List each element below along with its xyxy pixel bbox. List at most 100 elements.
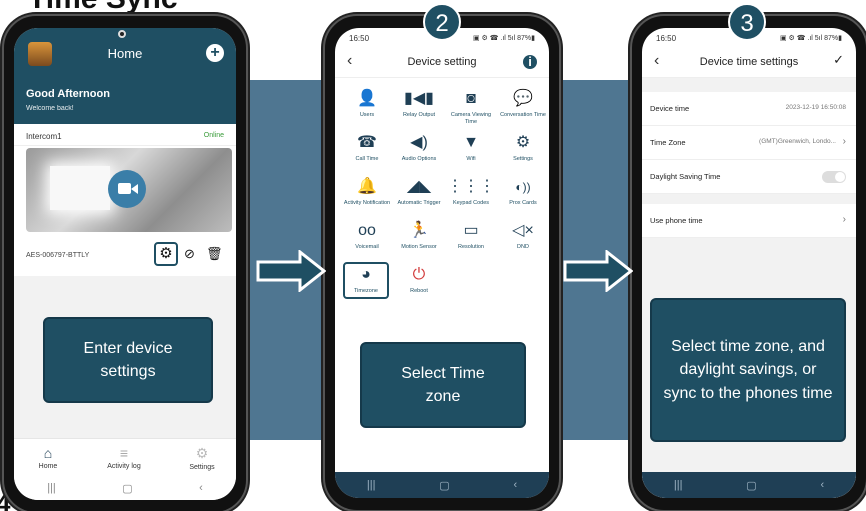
setting-voicemail[interactable]: oo Voicemail [341,220,393,251]
back-system-icon[interactable]: ‹ [513,479,517,491]
setting-label: Automatic Trigger [397,200,441,206]
step-badge-2: 2 [423,3,461,41]
phone-home-screen: Home + Good Afternoon Welcome back! Inte… [2,14,248,511]
screen-title: Device setting [407,56,477,68]
callout-select-timezone: Select Time zone [360,342,526,428]
nav-home[interactable]: ⌂ Home [18,445,78,470]
greeting-text: Good Afternoon [26,88,110,100]
dst-label: Daylight Saving Time [650,172,721,181]
setting-label: Timezone [354,288,378,294]
recent-apps-icon[interactable]: ||| [674,479,683,491]
screen-title: Device time settings [699,56,799,68]
nav-activity-log[interactable]: ≡ Activity log [94,445,154,470]
gear-icon: ⚙ [195,445,209,461]
back-system-icon[interactable]: ‹ [820,479,824,491]
video-camera-icon[interactable] [108,170,146,208]
setting-reboot[interactable]: ⏻ Reboot [393,264,445,295]
dst-toggle[interactable] [822,171,846,183]
arrow-right-icon [256,250,326,292]
add-device-button[interactable]: + [206,44,224,62]
device-name: Intercom1 [26,132,62,141]
setting-settings[interactable]: ⚙ Settings [497,132,549,163]
camera-icon: ◙ [466,90,476,107]
phone-time-icon: ☎ [357,134,377,151]
mute-icon: ◁× [512,222,534,239]
setting-label: Keypad Codes [452,200,490,206]
setting-label: Users [359,112,375,118]
setting-activity-notification[interactable]: 🔔 Activity Notification [341,176,393,207]
timezone-row[interactable]: Time Zone (GMT)Greenwich, Londo... › [642,126,856,160]
device-time-label: Device time [650,104,690,113]
device-status-badge: Online [203,132,224,139]
setting-label: Camera Viewing Time [450,112,492,125]
setting-label: Prox Cards [509,200,537,206]
home-system-icon[interactable]: ▢ [439,479,449,492]
setting-label: Reboot [410,288,428,294]
prox-card-icon: ◐)) [515,180,531,194]
callout-text: Select Time zone [401,364,485,405]
status-icons: ▣ ⚙ ☎ .ıl 5ıl 87%▮ [779,35,842,42]
setting-label: Activity Notification [343,200,391,206]
disable-icon[interactable]: ⊘ [184,246,195,262]
setting-dnd[interactable]: ◁× DND [497,220,549,251]
info-icon[interactable]: i [523,55,537,69]
device-settings-gear-icon[interactable]: ⚙ [154,242,178,266]
setting-conversation-time[interactable]: 💬 Conversation Time [497,88,549,119]
setting-label: Resolution [458,244,484,250]
home-header: Home + Good Afternoon Welcome back! [14,28,236,124]
callout-text: Enter device settings [83,339,173,380]
camera-preview[interactable] [26,148,232,232]
gear-icon: ⚙ [515,134,531,151]
chevron-right-icon: › [842,214,846,225]
setting-resolution[interactable]: ▭ Resolution [445,220,497,251]
timezone-value: (GMT)Greenwich, Londo... [759,138,836,145]
nav-settings[interactable]: ⚙ Settings [172,445,232,471]
speaker-icon: ◀) [410,134,428,151]
setting-automatic-trigger[interactable]: ◢◣ Automatic Trigger [393,176,445,207]
setting-timezone[interactable]: ◕ Timezone [343,262,389,299]
setting-label: Motion Sensor [401,244,437,250]
setting-label: Conversation Time [500,112,546,118]
setting-label: DND [517,244,529,250]
device-serial: AES-006797-BTTLY [26,252,90,259]
greeting-subtext: Welcome back! [26,105,74,112]
home-screen: Home + Good Afternoon Welcome back! Inte… [14,28,236,500]
device-time-row: Device time 2023-12-19 16:50:08 [642,92,856,126]
delete-trash-icon[interactable]: 🗑 [206,246,223,262]
status-time: 16:50 [349,34,370,43]
setting-call-time[interactable]: ☎ Call Time [341,132,393,163]
confirm-check-icon[interactable]: ✓ [833,52,844,68]
nav-home-label: Home [38,463,58,470]
setting-keypad-codes[interactable]: ⋮⋮⋮ Keypad Codes [445,176,497,207]
recent-apps-icon[interactable]: ||| [367,479,376,491]
setting-relay-output[interactable]: ▮◀▮ Relay Output [393,88,445,119]
callout-text: Select time zone, and daylight savings, … [663,338,833,402]
setting-users[interactable]: 👤 Users [341,88,393,119]
trigger-icon: ◢◣ [406,178,432,195]
setting-camera-viewing-time[interactable]: ◙ Camera Viewing Time [445,88,497,125]
home-system-icon[interactable]: ▢ [122,482,132,495]
back-system-icon[interactable]: ‹ [199,482,203,494]
phone-device-setting: 16:50 ▣ ⚙ ☎ .ıl 5ıl 87%▮ ‹ Device settin… [323,14,561,511]
device-setting-topbar: ‹ Device setting i [335,46,549,78]
setting-audio-options[interactable]: ◀) Audio Options [393,132,445,163]
setting-wifi[interactable]: ▼ Wifi [445,132,497,163]
home-icon: ⌂ [43,445,53,461]
system-nav-bar: ||| ▢ ‹ [642,472,856,498]
tutorial-stage: Time Sync 4 Home + Good Afternoon Welcom… [0,0,866,511]
home-system-icon[interactable]: ▢ [746,479,756,492]
voicemail-icon: oo [358,222,376,239]
setting-motion-sensor[interactable]: 🏃 Motion Sensor [393,220,445,251]
callout-select-time-options: Select time zone, and daylight savings, … [650,298,846,442]
setting-label: Voicemail [355,244,379,250]
setting-prox-cards[interactable]: ◐)) Prox Cards [497,176,549,207]
device-row[interactable]: Intercom1 Online [14,124,236,146]
system-nav-bar: ||| ▢ ‹ [335,472,549,498]
keypad-icon: ⋮⋮⋮ [447,178,495,195]
use-phone-time-row[interactable]: Use phone time › [642,204,856,238]
callout-enter-device-settings: Enter device settings [43,317,213,403]
recent-apps-icon[interactable]: ||| [47,482,56,494]
setting-label: Audio Options [401,156,437,162]
arrow-right-icon [563,250,633,292]
list-search-icon: ≡ [119,445,129,461]
